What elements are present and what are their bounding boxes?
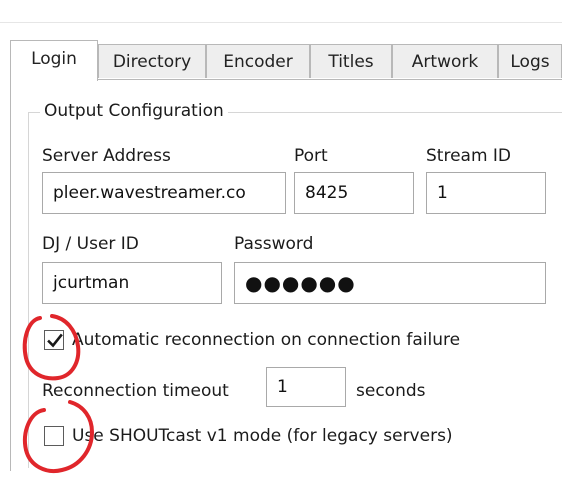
password-input[interactable]: ●●●●●● xyxy=(234,262,546,304)
reconnect-timeout-input[interactable]: 1 xyxy=(266,367,346,407)
user-id-label: DJ / User ID xyxy=(42,234,139,254)
server-address-label: Server Address xyxy=(42,146,171,166)
port-input[interactable]: 8425 xyxy=(294,172,414,214)
reconnect-timeout-unit: seconds xyxy=(356,381,426,401)
encoder-settings-window: Login Directory Encoder Titles Artwork L… xyxy=(0,0,562,480)
shoutcast-v1-checkbox[interactable] xyxy=(44,426,64,446)
auto-reconnect-checkbox[interactable] xyxy=(44,330,64,350)
tab-artwork[interactable]: Artwork xyxy=(392,44,498,78)
tab-strip: Login Directory Encoder Titles Artwork L… xyxy=(10,40,562,81)
user-id-input[interactable]: jcurtman xyxy=(42,262,222,304)
checkmark-icon xyxy=(47,333,63,348)
shoutcast-v1-label[interactable]: Use SHOUTcast v1 mode (for legacy server… xyxy=(72,425,453,447)
tab-titles[interactable]: Titles xyxy=(310,44,392,78)
tab-directory[interactable]: Directory xyxy=(98,44,206,78)
port-label: Port xyxy=(294,146,328,166)
server-address-input[interactable]: pleer.wavestreamer.co xyxy=(42,172,286,214)
stream-id-input[interactable]: 1 xyxy=(426,172,546,214)
tab-login[interactable]: Login xyxy=(10,40,98,81)
output-configuration-legend: Output Configuration xyxy=(40,100,228,122)
reconnect-timeout-label: Reconnection timeout xyxy=(42,381,229,401)
auto-reconnect-label[interactable]: Automatic reconnection on connection fai… xyxy=(72,329,460,351)
tab-logs[interactable]: Logs xyxy=(498,44,562,78)
stream-id-label: Stream ID xyxy=(426,146,512,166)
top-divider xyxy=(0,22,562,23)
password-label: Password xyxy=(234,234,314,254)
tab-encoder[interactable]: Encoder xyxy=(206,44,310,78)
